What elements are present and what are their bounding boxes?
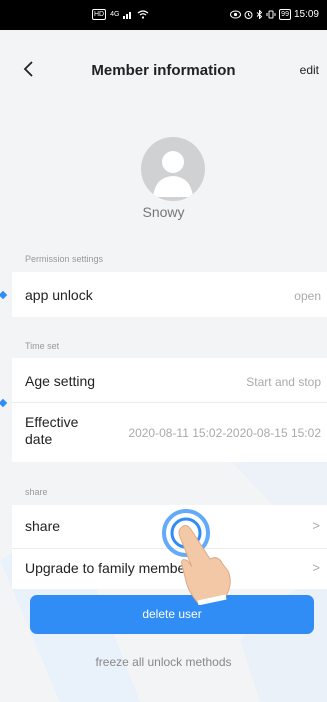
section-label-share: share <box>25 487 48 497</box>
app-unlock-row[interactable]: app unlock open <box>12 272 327 317</box>
effective-date-row[interactable]: Effective date 2020-08-11 15:02-2020-08-… <box>12 403 327 462</box>
member-name: Snowy <box>142 204 185 220</box>
chevron-right-icon: > <box>312 560 320 575</box>
status-time: 15:09 <box>293 9 319 20</box>
battery-icon: 99 <box>279 9 291 20</box>
delete-user-button[interactable]: delete user <box>30 595 314 634</box>
share-title: share <box>25 518 61 534</box>
upgrade-family-row[interactable]: Upgrade to family membe > <box>12 549 327 589</box>
status-bar: HD 4G 99 15:09 <box>0 0 327 30</box>
freeze-unlock-methods-link[interactable]: freeze all unlock methods <box>0 655 327 669</box>
edit-button[interactable]: edit <box>300 63 319 77</box>
alarm-icon <box>244 11 253 19</box>
effective-date-title: Effective date <box>25 414 78 448</box>
signal-icon <box>123 12 132 19</box>
page-title: Member information <box>91 62 236 79</box>
app-unlock-value: open <box>294 289 321 303</box>
user-silhouette-icon <box>153 151 193 197</box>
app-unlock-title: app unlock <box>25 287 93 303</box>
chevron-right-icon: > <box>312 518 320 533</box>
age-setting-row[interactable]: Age setting Start and stop <box>12 358 327 402</box>
section-label-time-set: Time set <box>25 341 60 351</box>
edge-marker <box>0 290 8 300</box>
vibrate-icon <box>266 10 276 19</box>
avatar <box>141 137 205 201</box>
wifi-icon <box>138 10 149 19</box>
upgrade-family-title: Upgrade to family membe <box>25 560 186 576</box>
effective-date-value: 2020-08-11 15:02-2020-08-15 15:02 <box>128 426 321 440</box>
share-row[interactable]: share > <box>12 505 327 548</box>
hd-badge: HD <box>92 9 107 20</box>
eye-icon <box>230 10 242 19</box>
edge-marker <box>0 398 8 408</box>
age-setting-value: Start and stop <box>246 375 321 389</box>
cell-signal-label: 4G <box>110 11 120 18</box>
section-label-permission: Permission settings <box>25 254 104 264</box>
bluetooth-icon <box>256 10 263 19</box>
nav-bar: Member information edit <box>0 30 327 112</box>
age-setting-title: Age setting <box>25 373 96 389</box>
effective-date-title-line1: Effective <box>25 414 79 430</box>
effective-date-title-line2: date <box>25 431 53 447</box>
